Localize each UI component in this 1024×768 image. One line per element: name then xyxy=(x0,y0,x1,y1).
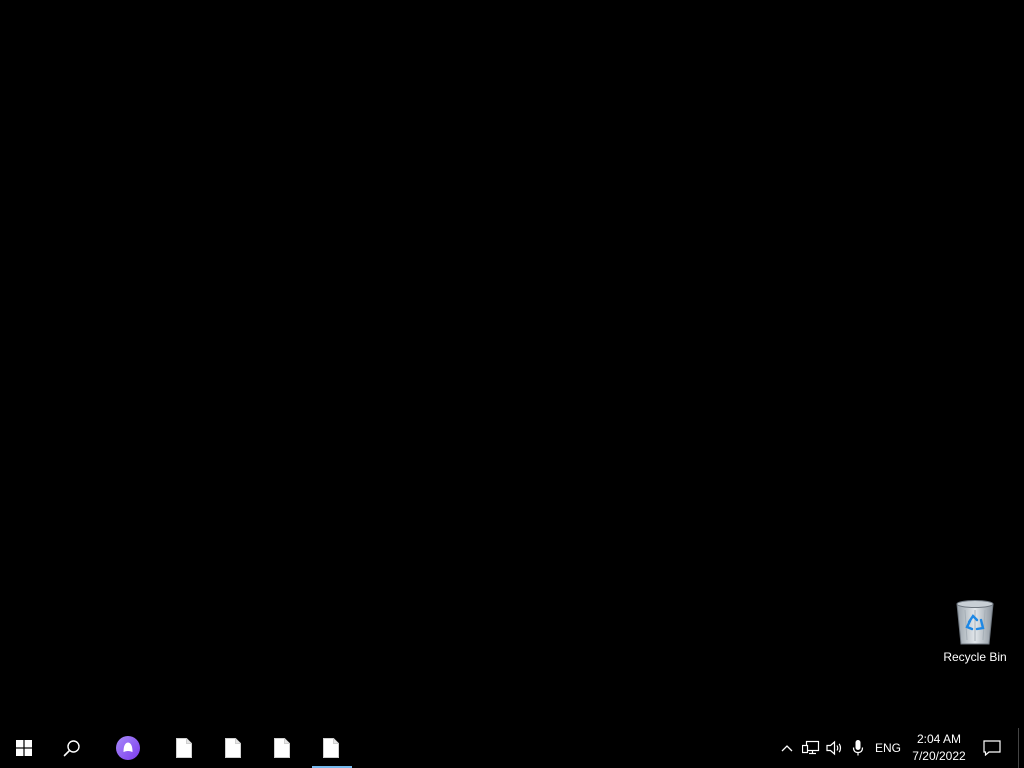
windows-logo-icon xyxy=(16,740,32,756)
assistant-icon xyxy=(116,736,140,760)
document-icon xyxy=(274,738,290,758)
network-button[interactable] xyxy=(800,728,822,768)
clock[interactable]: 2:04 AM 7/20/2022 xyxy=(906,728,972,768)
taskbar: ENG 2:04 AM 7/20/2022 xyxy=(0,728,1024,768)
volume-icon xyxy=(826,740,842,756)
search-icon xyxy=(63,740,80,757)
clock-date: 7/20/2022 xyxy=(912,749,966,763)
recycle-bin-icon xyxy=(956,600,994,645)
recycle-bin-shortcut[interactable]: Recycle Bin xyxy=(938,598,1012,670)
taskbar-app-4-active[interactable] xyxy=(307,728,355,768)
taskbar-app-2[interactable] xyxy=(209,728,257,768)
desktop[interactable]: Recycle Bin xyxy=(0,0,1024,728)
volume-button[interactable] xyxy=(823,728,847,768)
chevron-up-icon xyxy=(781,745,793,752)
document-icon xyxy=(225,738,241,758)
network-icon xyxy=(802,740,820,755)
recycle-bin-label: Recycle Bin xyxy=(943,650,1007,664)
action-center-icon xyxy=(983,740,1001,756)
search-button[interactable] xyxy=(48,728,96,768)
clock-time: 2:04 AM xyxy=(916,732,962,746)
taskbar-app-3[interactable] xyxy=(258,728,306,768)
show-hidden-icons-button[interactable] xyxy=(776,728,798,768)
microphone-button[interactable] xyxy=(848,728,868,768)
assistant-button[interactable] xyxy=(104,728,152,768)
show-desktop-button[interactable] xyxy=(1018,728,1024,768)
microphone-icon xyxy=(852,740,864,756)
document-icon xyxy=(176,738,192,758)
document-icon xyxy=(323,738,339,758)
input-language-indicator[interactable]: ENG xyxy=(872,728,904,768)
action-center-button[interactable] xyxy=(978,728,1006,768)
start-button[interactable] xyxy=(0,728,48,768)
taskbar-app-1[interactable] xyxy=(160,728,208,768)
